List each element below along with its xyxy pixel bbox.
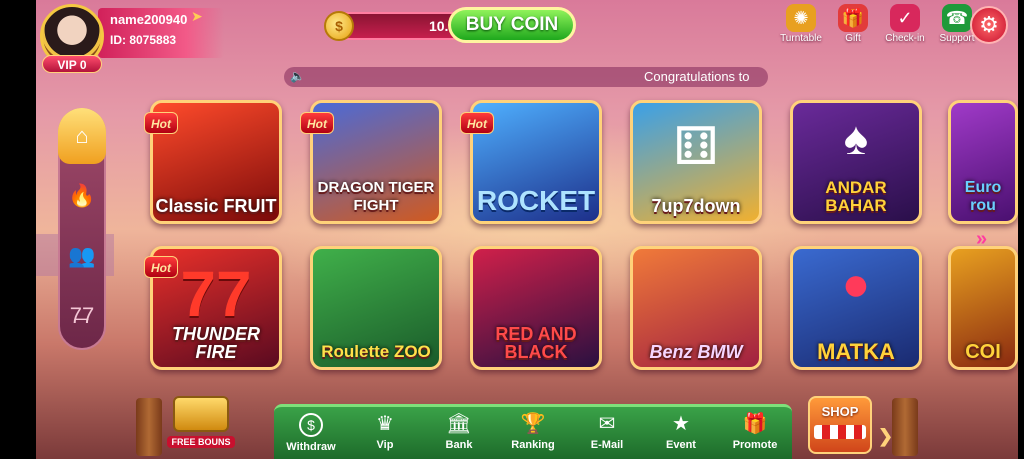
- promote-icon: 🎁: [742, 413, 768, 435]
- game-title: Roulette ZOO: [321, 342, 431, 361]
- game-title: Euro rou: [964, 179, 1002, 214]
- email-icon: ✉: [598, 413, 616, 435]
- withdraw-icon: $: [299, 413, 323, 437]
- game-title: COI: [965, 341, 1001, 363]
- nav-email[interactable]: ✉ E-Mail: [577, 413, 637, 459]
- settings-button[interactable]: ⚙: [970, 6, 1008, 44]
- shop-label: SHOP: [821, 404, 859, 419]
- game-lobby: name200940 ID: 8075883 ➤ VIP 0 $ 10.00 B…: [36, 0, 1018, 459]
- treasure-chest-icon: [173, 396, 229, 432]
- nav-promote[interactable]: 🎁 Promote: [725, 413, 785, 459]
- shop-awning-icon: [814, 425, 866, 439]
- nav-label: Bank: [445, 439, 473, 451]
- free-bonus-button[interactable]: FREE BOUNS: [164, 396, 238, 454]
- multiplayer-icon: 👥: [68, 243, 96, 268]
- game-title: THUNDER FIRE: [172, 324, 260, 362]
- category-multiplayer[interactable]: 👥: [60, 234, 104, 278]
- category-nav: ⌂ 🔥 👥 7̶7: [58, 108, 106, 350]
- arrow-decoration-icon: ➤: [191, 8, 203, 24]
- nav-ranking[interactable]: 🏆 Ranking: [503, 413, 563, 459]
- hot-badge: Hot: [460, 112, 494, 134]
- nav-bank[interactable]: 🏛 Bank: [429, 413, 489, 459]
- hot-icon: 🔥: [68, 183, 96, 208]
- slots-icon: 7̶7: [69, 303, 95, 328]
- game-tile-euro-roulette[interactable]: Euro rou: [948, 100, 1018, 224]
- home-icon: ⌂: [75, 123, 89, 148]
- balance-value: 10.00: [428, 18, 464, 34]
- game-title: DRAGON TIGER FIGHT: [317, 179, 435, 214]
- game-tile-benz-bmw[interactable]: Benz BMW: [630, 246, 762, 370]
- hot-badge: Hot: [144, 112, 178, 134]
- hot-badge: Hot: [144, 256, 178, 278]
- event-icon: ★: [672, 413, 690, 435]
- bottom-nav: $ Withdraw ♛ Vip 🏛 Bank 🏆 Ranking ✉ E-Ma…: [274, 404, 792, 459]
- vip-icon: ♛: [376, 413, 394, 435]
- nav-label: Event: [666, 439, 696, 451]
- turntable-button[interactable]: ✺ Turntable: [778, 4, 824, 44]
- shop-button[interactable]: SHOP: [808, 396, 872, 454]
- free-bonus-label: FREE BOUNS: [167, 436, 235, 448]
- category-hot[interactable]: 🔥: [60, 174, 104, 218]
- user-panel[interactable]: name200940 ID: 8075883: [98, 8, 224, 58]
- category-home[interactable]: ⌂: [58, 108, 106, 164]
- gear-icon: ⚙: [979, 12, 999, 37]
- turntable-label: Turntable: [780, 33, 822, 44]
- game-tile-coin[interactable]: COI: [948, 246, 1018, 370]
- scroll-right-icon[interactable]: »: [976, 228, 987, 251]
- speaker-icon: 🔈: [290, 69, 305, 83]
- turntable-icon: ✺: [786, 4, 816, 32]
- nav-withdraw[interactable]: $ Withdraw: [281, 413, 341, 459]
- game-title: 7up7down: [651, 196, 741, 216]
- buy-coin-button[interactable]: BUY COIN: [448, 7, 576, 43]
- hot-badge: Hot: [300, 112, 334, 134]
- support-icon: ☎: [942, 4, 972, 32]
- gift-button[interactable]: 🎁 Gift: [830, 4, 876, 44]
- marquee-text: Congratulations to: [644, 69, 750, 84]
- game-title: MATKA: [817, 339, 895, 364]
- check-in-icon: ✓: [890, 4, 920, 32]
- game-tile-andar-bahar[interactable]: ♠ ANDAR BAHAR: [790, 100, 922, 224]
- username: name200940: [110, 12, 188, 27]
- nav-event[interactable]: ★ Event: [651, 413, 711, 459]
- ranking-icon: 🏆: [520, 413, 546, 435]
- game-tile-7up7down[interactable]: ⚅ 7up7down: [630, 100, 762, 224]
- game-title: ANDAR BAHAR: [825, 178, 887, 215]
- game-tile-roulette-zoo[interactable]: Roulette ZOO: [310, 246, 442, 370]
- check-in-button[interactable]: ✓ Check-in: [882, 4, 928, 44]
- game-title: Benz BMW: [649, 342, 743, 362]
- announcement-marquee: 🔈 Congratulations to: [284, 67, 768, 87]
- nav-label: Withdraw: [286, 441, 336, 453]
- nav-vip[interactable]: ♛ Vip: [355, 413, 415, 459]
- nav-label: Promote: [732, 439, 778, 451]
- wooden-post: [892, 398, 918, 456]
- wooden-post: [136, 398, 162, 456]
- game-title: RED AND BLACK: [495, 324, 577, 362]
- check-in-label: Check-in: [885, 33, 925, 44]
- user-id: ID: 8075883: [110, 33, 177, 47]
- nav-label: Ranking: [511, 439, 555, 451]
- bank-icon: 🏛: [446, 413, 472, 435]
- game-title: Classic FRUIT: [155, 196, 277, 216]
- game-tile-matka[interactable]: ● MATKA: [790, 246, 922, 370]
- gift-label: Gift: [845, 33, 861, 44]
- nav-label: Vip: [376, 439, 394, 451]
- game-tile-red-and-black[interactable]: RED AND BLACK: [470, 246, 602, 370]
- nav-label: E-Mail: [590, 439, 624, 451]
- category-slots[interactable]: 7̶7: [60, 294, 104, 338]
- top-actions: ✺ Turntable 🎁 Gift ✓ Check-in ☎ Support: [778, 4, 980, 44]
- vip-badge[interactable]: VIP 0: [42, 55, 102, 73]
- gift-icon: 🎁: [838, 4, 868, 32]
- game-title: ROCKET: [476, 185, 596, 216]
